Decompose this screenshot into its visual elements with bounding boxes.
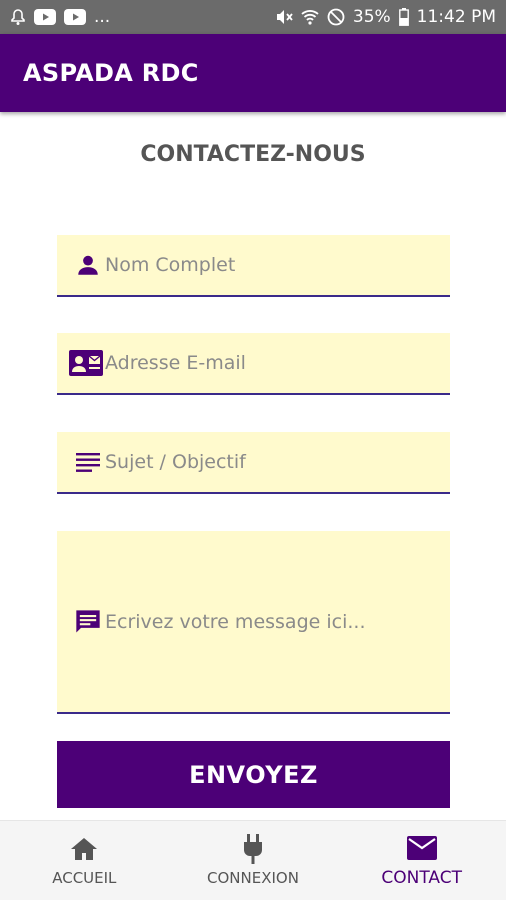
send-button[interactable]: ENVOYEZ [57, 741, 450, 808]
do-not-disturb-icon [327, 8, 345, 26]
subject-lines-icon [73, 448, 103, 476]
email-input[interactable] [105, 352, 445, 374]
contact-card-icon [69, 349, 103, 377]
message-field[interactable] [57, 531, 450, 714]
app-bar: ASPADA RDC [0, 34, 506, 112]
full-name-input[interactable] [105, 254, 445, 276]
message-input[interactable] [105, 607, 445, 636]
status-right: 35% 11:42 PM [275, 7, 496, 27]
mail-icon [406, 834, 437, 862]
nav-label-login: CONNEXION [207, 868, 299, 887]
youtube-icon [64, 9, 86, 25]
subject-input[interactable] [105, 451, 445, 473]
plug-icon [238, 833, 268, 864]
status-bar: ... 35% 11:42 PM [0, 0, 506, 34]
subject-field[interactable] [57, 432, 450, 494]
nav-item-login[interactable]: CONNEXION [169, 821, 338, 900]
status-left: ... [10, 7, 110, 27]
more-notifications: ... [94, 7, 111, 27]
nav-item-contact[interactable]: CONTACT [337, 821, 506, 900]
page-heading: CONTACTEZ-NOUS [140, 142, 366, 167]
bottom-nav: ACCUEIL CONNEXION CONTACT [0, 820, 506, 900]
youtube-icon [34, 9, 56, 25]
message-icon [73, 608, 103, 636]
nav-item-home[interactable]: ACCUEIL [0, 821, 169, 900]
app-title: ASPADA RDC [23, 59, 199, 87]
mute-icon [275, 8, 293, 26]
person-icon [73, 251, 103, 279]
nav-label-contact: CONTACT [381, 867, 462, 888]
battery-icon [398, 8, 409, 26]
nav-label-home: ACCUEIL [52, 868, 117, 887]
home-icon [69, 835, 99, 863]
clock: 11:42 PM [416, 7, 496, 27]
wifi-icon [301, 8, 319, 26]
email-field[interactable] [57, 333, 450, 395]
full-name-field[interactable] [57, 235, 450, 297]
battery-percent: 35% [352, 7, 391, 27]
notification-bell-icon [10, 8, 26, 26]
